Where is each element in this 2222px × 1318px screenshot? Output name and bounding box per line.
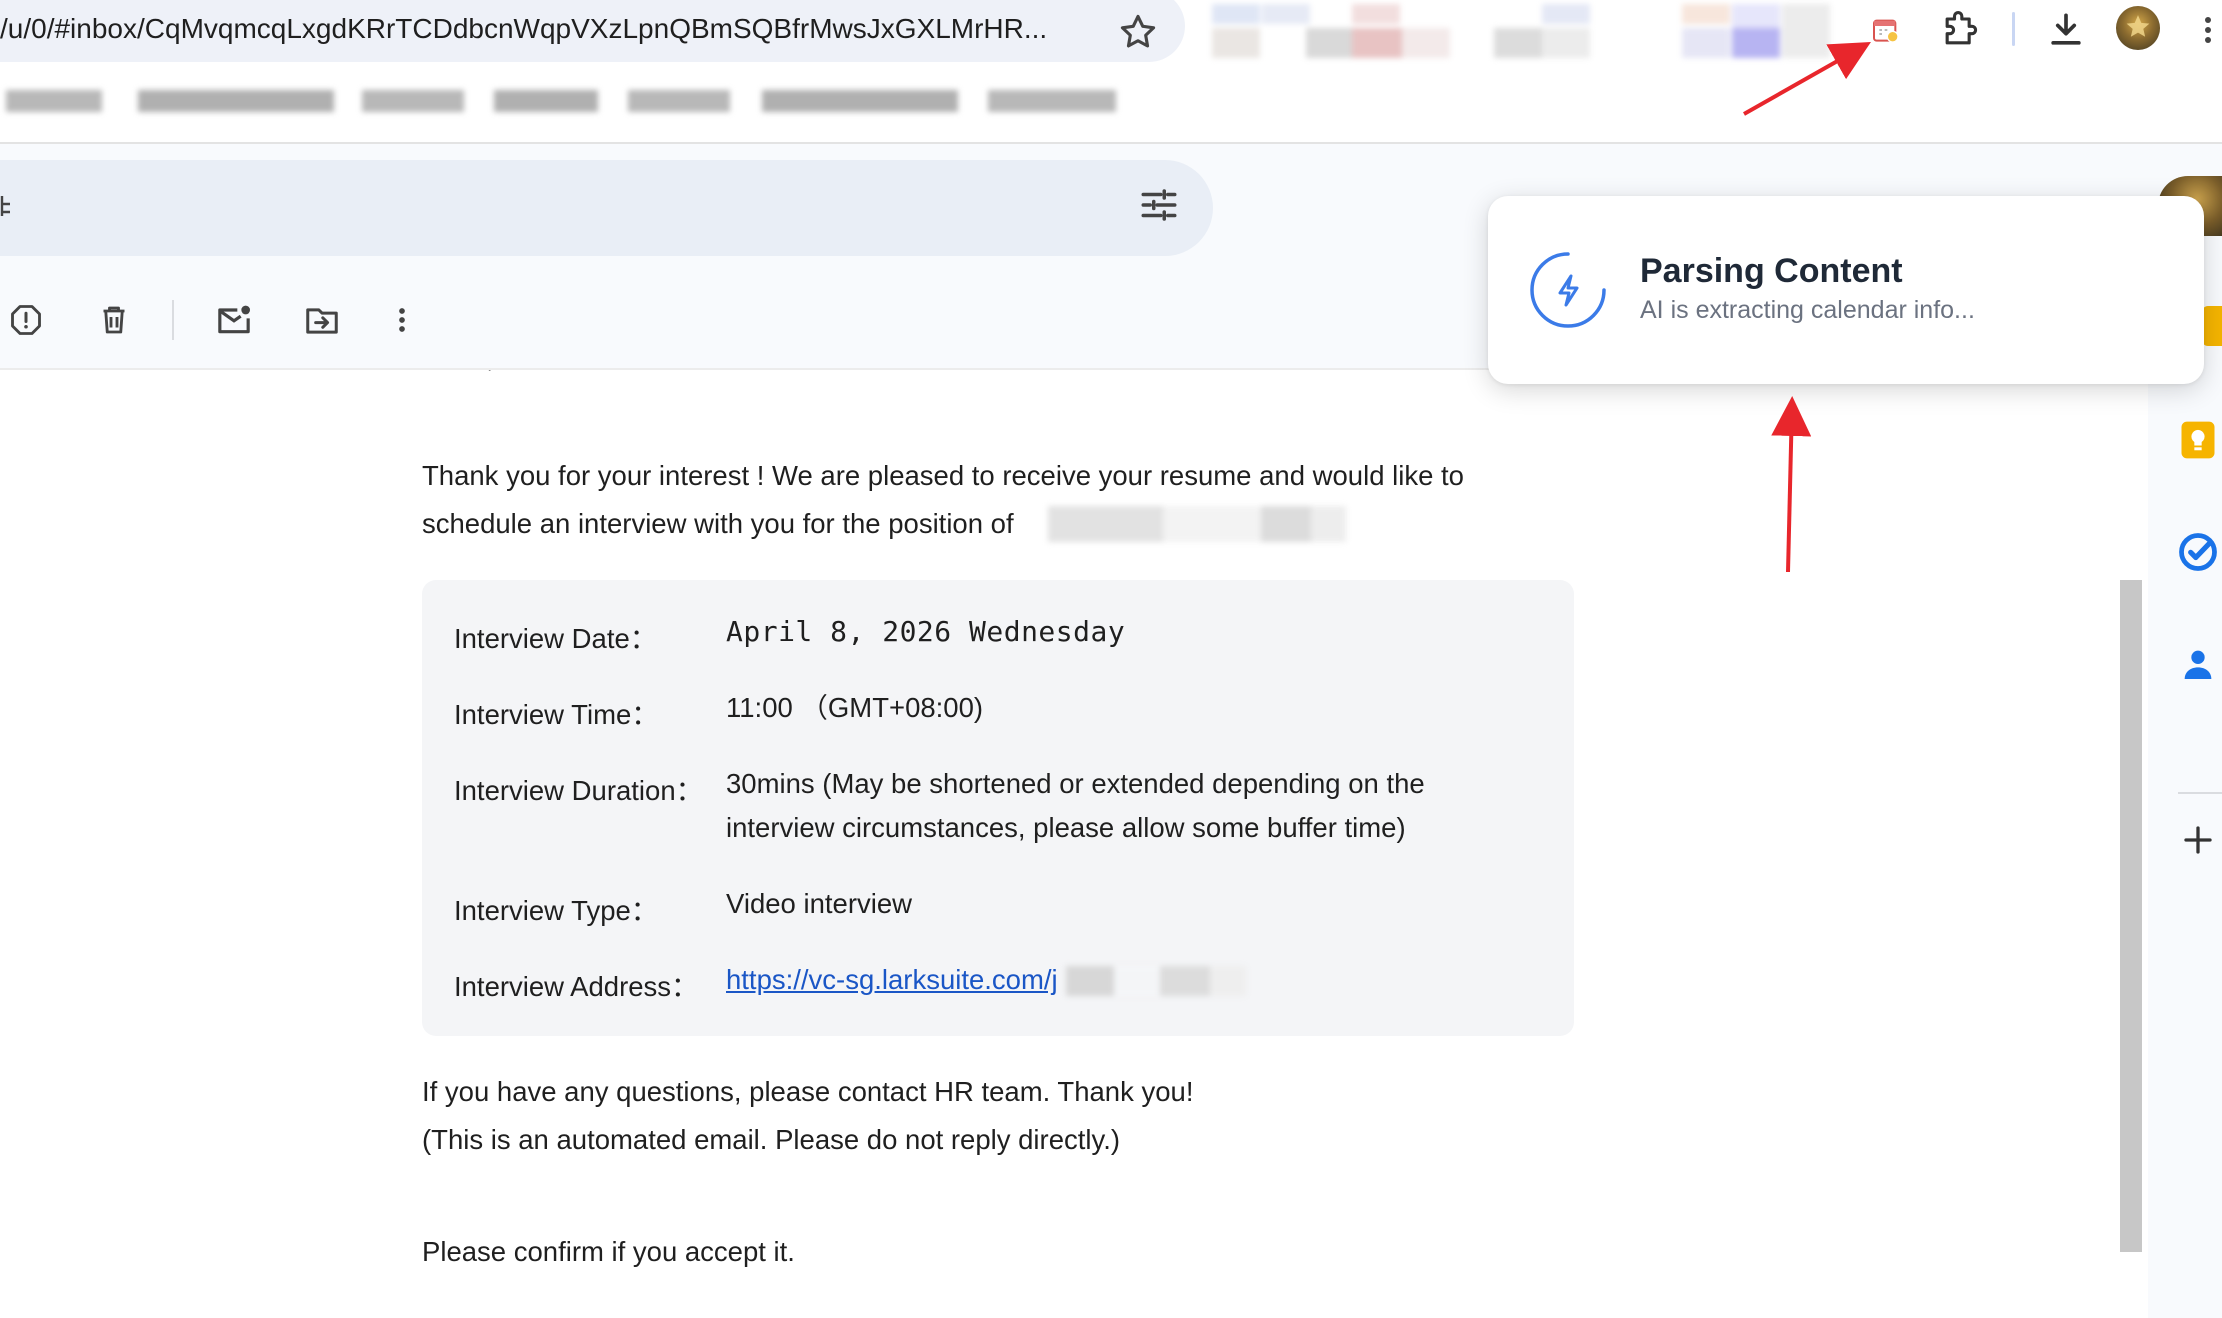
arrow-to-popup xyxy=(1771,396,1812,573)
arrow-to-extension xyxy=(1743,42,1871,116)
annotation-arrows xyxy=(1743,42,1871,573)
